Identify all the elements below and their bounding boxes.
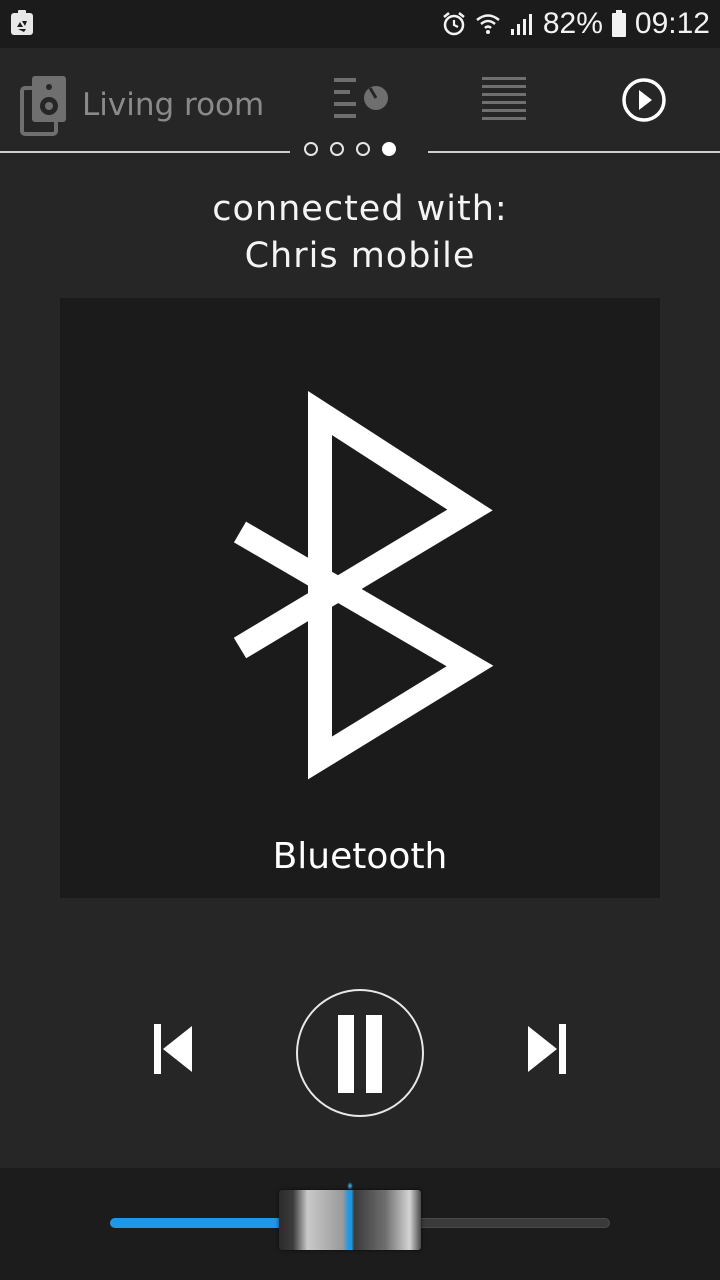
- page-dot[interactable]: [356, 142, 370, 156]
- source-artwork: Bluetooth: [60, 298, 660, 898]
- list-icon[interactable]: [474, 72, 534, 132]
- room-label: Living room: [82, 87, 265, 123]
- device-name: Chris mobile: [244, 236, 476, 276]
- play-circle-icon[interactable]: [614, 72, 674, 132]
- volume-thumb-glow: [347, 1182, 353, 1190]
- equalizer-icon[interactable]: [330, 72, 390, 132]
- top-toolbar: Living room: [0, 48, 720, 152]
- recycle-notification-icon: [11, 10, 33, 35]
- page-dot[interactable]: [330, 142, 344, 156]
- page-dot[interactable]: [304, 142, 318, 156]
- room-selector[interactable]: Living room: [20, 74, 264, 136]
- battery-percent: 82%: [542, 7, 603, 40]
- bluetooth-icon: [233, 390, 494, 780]
- signal-icon: [510, 14, 532, 35]
- connection-label: connected with:: [212, 189, 508, 229]
- clock: 09:12: [634, 7, 710, 40]
- wifi-icon: [476, 14, 500, 34]
- source-label: Bluetooth: [272, 836, 448, 877]
- skip-previous-icon[interactable]: [150, 1022, 196, 1076]
- pause-button[interactable]: [296, 989, 424, 1117]
- pager-line-right: [428, 151, 720, 153]
- status-bar: 82% 09:12: [0, 0, 720, 48]
- page-dot-active[interactable]: [382, 142, 396, 156]
- battery-icon: [611, 10, 626, 37]
- skip-next-icon[interactable]: [524, 1022, 570, 1076]
- connection-info: connected with: Chris mobile: [0, 186, 720, 280]
- alarm-icon: [443, 12, 465, 36]
- volume-panel: [0, 1168, 720, 1280]
- speaker-icon: [20, 76, 66, 136]
- volume-slider-thumb[interactable]: [279, 1190, 421, 1250]
- page-indicator[interactable]: [304, 142, 396, 156]
- pager-line-left: [0, 151, 290, 153]
- pause-icon: [338, 1015, 382, 1093]
